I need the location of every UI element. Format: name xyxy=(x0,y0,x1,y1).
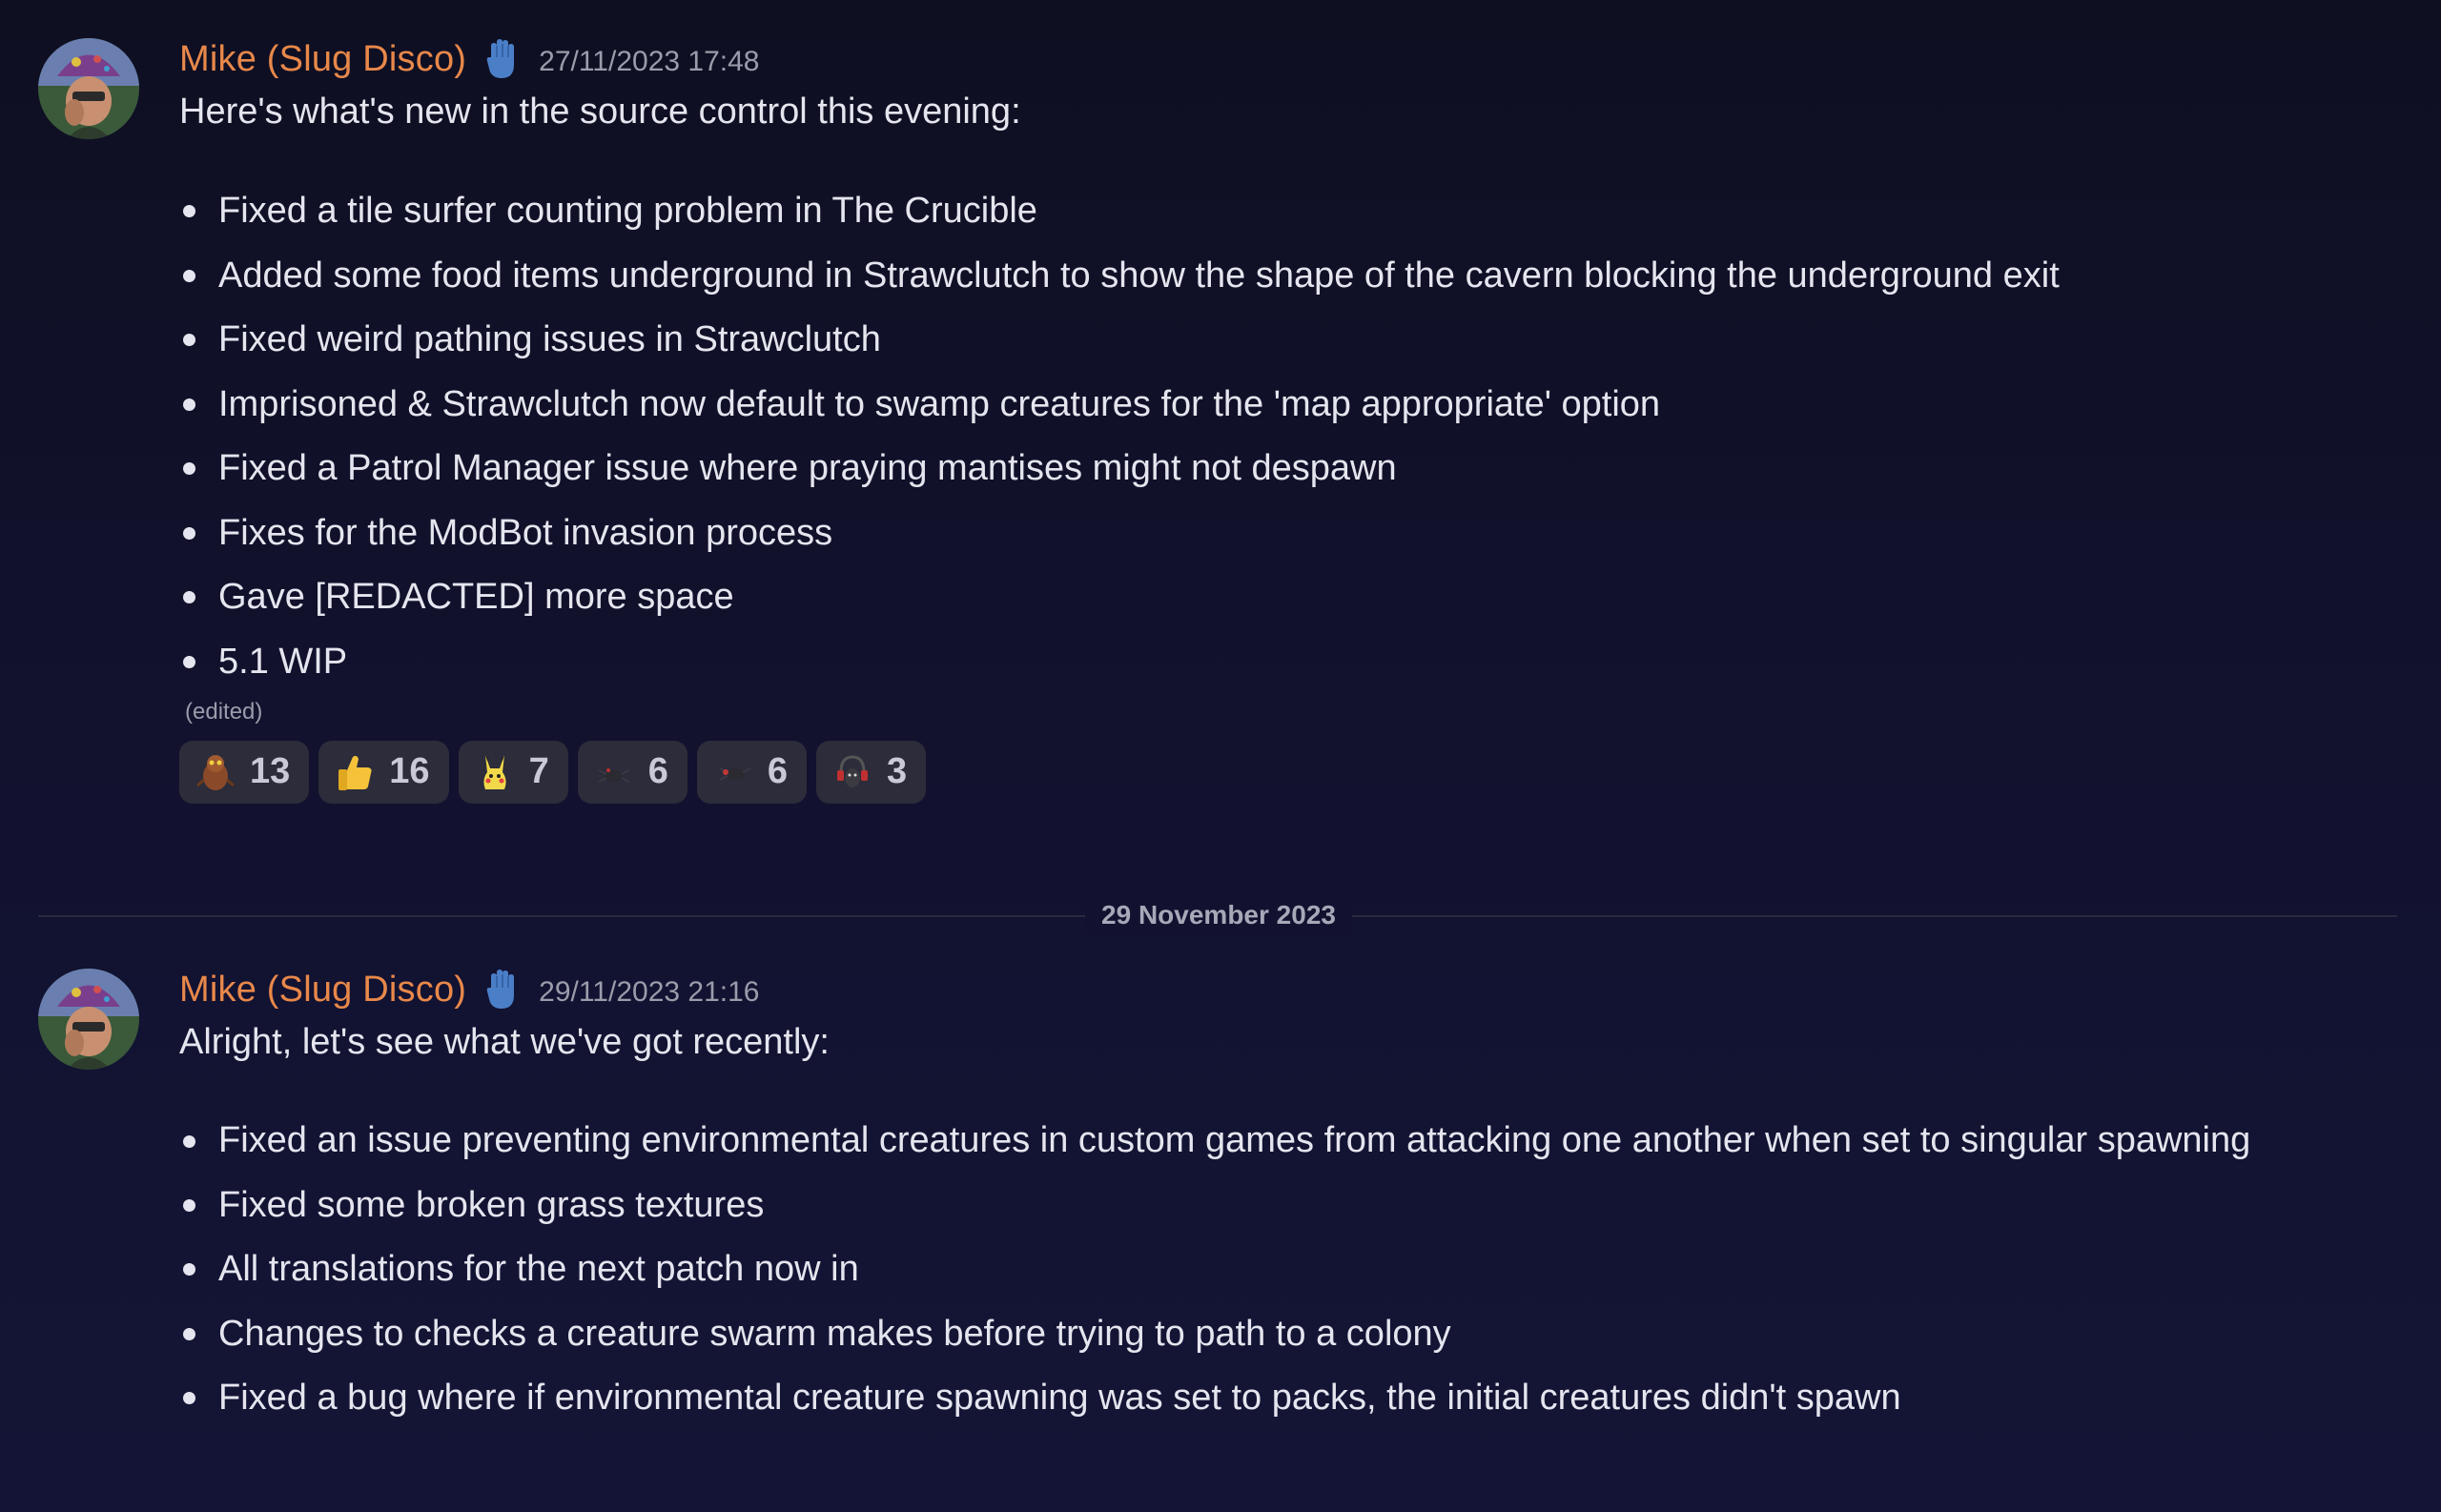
message-intro: Alright, let's see what we've got recent… xyxy=(179,1022,830,1062)
list-item: Gave [REDACTED] more space xyxy=(179,569,2316,624)
bullet xyxy=(183,591,195,603)
list-item-text: Fixed a bug where if environmental creat… xyxy=(218,1378,1901,1418)
dark-bug-red-emoji-icon xyxy=(712,751,754,793)
bullet xyxy=(183,334,195,346)
creature-emoji-icon xyxy=(195,751,236,793)
list-item: Fixed a tile surfer counting problem in … xyxy=(179,183,2316,238)
reaction-bar: 13 16 7 6 6 3 xyxy=(179,740,2372,804)
list-item: 5.1 WIP xyxy=(179,634,2316,689)
list-item-text: Fixed weird pathing issues in Strawclutc… xyxy=(218,319,881,359)
reaction-button[interactable]: 13 xyxy=(179,740,310,804)
message-timestamp[interactable]: 27/11/2023 17:48 xyxy=(539,46,759,78)
reaction-count: 13 xyxy=(250,751,291,791)
username[interactable]: Mike (Slug Disco) xyxy=(179,39,466,80)
list-item: Fixed a Patrol Manager issue where prayi… xyxy=(179,440,2316,496)
thumbs-up-emoji-icon xyxy=(334,751,376,793)
list-item: Fixed an issue preventing environmental … xyxy=(179,1114,2316,1168)
avatar[interactable] xyxy=(38,38,139,139)
message-timestamp[interactable]: 29/11/2023 21:16 xyxy=(539,976,759,1009)
hand-icon[interactable] xyxy=(485,969,518,1011)
bullet xyxy=(183,526,195,540)
list-item-text: Fixed some broken grass textures xyxy=(218,1184,765,1225)
bullet xyxy=(183,1135,195,1148)
avatar-image xyxy=(38,969,139,1070)
list-item: Fixes for the ModBot invasion process xyxy=(179,505,2316,561)
reaction-button[interactable]: 16 xyxy=(318,740,449,804)
reaction-count: 16 xyxy=(389,751,430,791)
changelog-list: Fixed an issue preventing environmental … xyxy=(179,1114,2372,1425)
bullet xyxy=(183,1263,195,1276)
list-item-text: All translations for the next patch now … xyxy=(218,1249,859,1289)
edited-label[interactable]: (edited) xyxy=(185,699,2372,731)
list-item: Fixed a bug where if environmental creat… xyxy=(179,1370,2316,1425)
headphones-bug-emoji-icon xyxy=(831,751,873,793)
list-item-text: Added some food items underground in Str… xyxy=(218,255,2060,296)
reaction-button[interactable]: 6 xyxy=(696,740,807,804)
dark-bug-emoji-icon xyxy=(593,751,635,793)
message-content: Mike (Slug Disco) 27/11/2023 17:48 Here'… xyxy=(179,34,2372,804)
bullet xyxy=(183,1198,195,1212)
list-item: Changes to checks a creature swarm makes… xyxy=(179,1306,2316,1361)
bullet xyxy=(183,462,195,475)
list-item-text: Fixes for the ModBot invasion process xyxy=(218,512,833,553)
username[interactable]: Mike (Slug Disco) xyxy=(179,970,466,1011)
list-item-text: 5.1 WIP xyxy=(218,641,348,682)
bullet xyxy=(183,398,195,411)
list-item-text: Fixed a Patrol Manager issue where prayi… xyxy=(218,448,1397,488)
reaction-count: 6 xyxy=(767,751,788,791)
bullet xyxy=(183,655,195,668)
bullet xyxy=(183,205,195,217)
reaction-button[interactable]: 3 xyxy=(815,740,927,804)
list-item-text: Gave [REDACTED] more space xyxy=(218,577,734,617)
message-header: Mike (Slug Disco) 27/11/2023 17:48 xyxy=(179,34,2372,84)
list-item: Fixed some broken grass textures xyxy=(179,1177,2316,1233)
bullet xyxy=(183,269,195,282)
bullet xyxy=(183,1327,195,1340)
list-item: All translations for the next patch now … xyxy=(179,1241,2316,1297)
hand-icon[interactable] xyxy=(485,38,518,80)
reaction-count: 6 xyxy=(647,751,668,791)
chat-log: Mike (Slug Disco) 27/11/2023 17:48 Here'… xyxy=(0,0,2441,1512)
list-item: Imprisoned & Strawclutch now default to … xyxy=(179,377,2316,432)
list-item-text: Changes to checks a creature swarm makes… xyxy=(218,1313,1451,1354)
list-item-text: Fixed an issue preventing environmental … xyxy=(218,1120,2251,1160)
list-item: Fixed weird pathing issues in Strawclutc… xyxy=(179,312,2316,367)
list-item-text: Imprisoned & Strawclutch now default to … xyxy=(218,383,1661,424)
reaction-button[interactable]: 7 xyxy=(458,740,568,804)
pikachu-emoji-icon xyxy=(474,751,516,793)
message-intro: Here's what's new in the source control … xyxy=(179,92,1021,132)
bullet xyxy=(183,1392,195,1404)
message-header: Mike (Slug Disco) 29/11/2023 21:16 xyxy=(179,965,2372,1014)
avatar[interactable] xyxy=(38,969,139,1070)
reaction-button[interactable]: 6 xyxy=(577,740,687,804)
date-divider-label: 29 November 2023 xyxy=(1085,896,1352,934)
avatar-image xyxy=(38,38,139,139)
changelog-list: Fixed a tile surfer counting problem in … xyxy=(179,183,2372,689)
reaction-count: 7 xyxy=(528,751,549,791)
reaction-count: 3 xyxy=(886,751,908,791)
list-item: Added some food items underground in Str… xyxy=(179,248,2316,303)
list-item-text: Fixed a tile surfer counting problem in … xyxy=(218,191,1037,231)
message-content: Mike (Slug Disco) 29/11/2023 21:16 Alrig… xyxy=(179,965,2372,1435)
